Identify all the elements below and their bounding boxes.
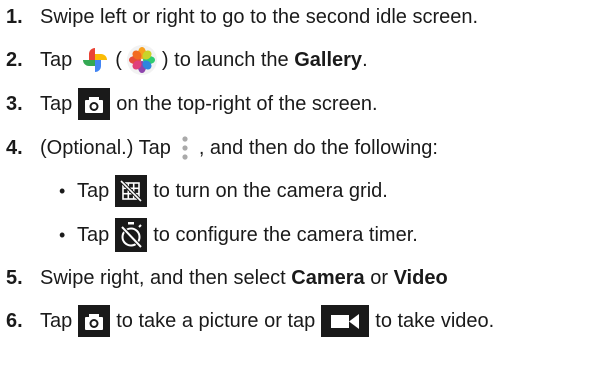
step-number: 5.: [6, 266, 23, 289]
step-text: on the top-right of the screen.: [116, 92, 378, 115]
step-number: 6.: [6, 309, 23, 332]
grid-icon: [115, 175, 148, 207]
step-number: 4.: [6, 136, 23, 159]
timer-icon: [115, 218, 148, 252]
paren-open: (: [115, 48, 122, 71]
step-text: , and then do the following:: [198, 136, 438, 159]
period: .: [362, 48, 368, 71]
step-text: to take a picture or tap: [116, 309, 316, 332]
step-text: Tap: [40, 309, 73, 332]
more-vert-icon: [182, 136, 188, 160]
step-text: Tap: [77, 223, 110, 246]
bullet: •: [59, 224, 66, 245]
step-text: to configure the camera timer.: [153, 223, 418, 246]
google-photos-icon: [83, 48, 108, 72]
gallery-flower-icon: [126, 45, 157, 75]
step-text: to turn on the camera grid.: [153, 179, 388, 202]
step-text: Tap: [40, 48, 73, 71]
video-camera-icon: [321, 305, 370, 337]
bullet: •: [59, 180, 66, 201]
step-text: Tap: [77, 179, 110, 202]
step-number: 2.: [6, 48, 23, 71]
camera-label: Camera: [291, 266, 365, 289]
camera-icon: [78, 88, 111, 120]
step-text: Tap: [40, 92, 73, 115]
gallery-label: Gallery: [294, 48, 363, 71]
step-number: 3.: [6, 92, 23, 115]
step-text: (Optional.) Tap: [40, 136, 171, 159]
step-text: to take video.: [375, 309, 495, 332]
step-text: ) to launch the: [161, 48, 289, 71]
step-text: Swipe right, and then select: [40, 266, 286, 289]
step-text: Swipe left or right to go to the second …: [40, 5, 479, 28]
camera-icon: [78, 305, 111, 337]
step-text: or: [370, 266, 389, 289]
step-number: 1.: [6, 5, 23, 28]
video-label: Video: [393, 266, 448, 289]
